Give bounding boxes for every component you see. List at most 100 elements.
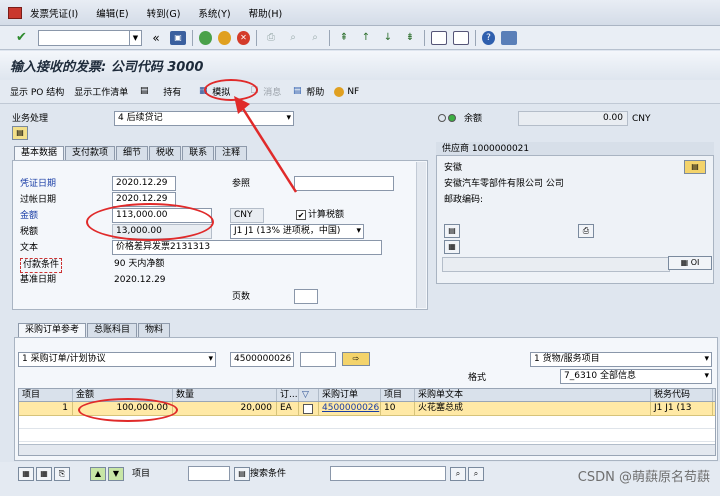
show-worklist-label: 显示工作清单 [74, 88, 129, 98]
show-po-structure-button[interactable]: 显示 PO 结构 [10, 85, 64, 98]
menu-item-goto[interactable]: 转到(G) [147, 6, 181, 20]
table-horizontal-scrollbar[interactable] [19, 444, 715, 455]
menu-item-invoice-doc[interactable]: 发票凭证(I) [30, 6, 78, 20]
invoice-date-field[interactable]: 2020.12.29 [112, 176, 176, 191]
select-all-icon[interactable]: ▦ [18, 467, 34, 481]
cancel-icon[interactable]: ✕ [237, 30, 250, 45]
menu-item-edit[interactable]: 编辑(E) [96, 6, 128, 20]
prev-page-icon[interactable]: ↑ [358, 31, 374, 45]
find-icon[interactable]: ⌕ [285, 31, 301, 45]
search-criteria-icon[interactable]: ▤ [234, 467, 250, 481]
exit-icon[interactable] [218, 30, 231, 45]
enter-check-icon[interactable]: ✔ [16, 30, 30, 45]
col-order-unit[interactable]: 订... [277, 389, 299, 401]
tab-material[interactable]: 物料 [138, 323, 171, 337]
vendor-calendar-icon[interactable]: ▦ [444, 240, 460, 254]
tab-gl-account[interactable]: 总账科目 [87, 323, 138, 337]
payment-terms-label: 付款条件 [20, 258, 63, 273]
menu-bar: 发票凭证(I) 编辑(E) 转到(G) 系统(Y) 帮助(H) [0, 0, 720, 26]
pages-field[interactable] [294, 289, 318, 304]
vendor-detail-icon[interactable]: ▤ [444, 224, 460, 238]
transfer-po-icon[interactable]: ⇨ [342, 352, 370, 366]
postal-code-label: 邮政编码: [444, 195, 484, 205]
open-items-button[interactable]: ▦ OI [668, 256, 712, 270]
tab-tax[interactable]: 税收 [149, 146, 182, 160]
new-session-icon[interactable] [431, 30, 447, 45]
text-field[interactable]: 价格差异发票2131313 [112, 240, 382, 255]
col-po-item[interactable]: 项目 [381, 389, 415, 401]
first-page-icon[interactable]: ⇞ [336, 31, 352, 45]
cell-order-unit[interactable]: EA [277, 402, 299, 415]
tab-contact[interactable]: 联系 [182, 146, 215, 160]
col-tax-code[interactable]: 税务代码 [651, 389, 713, 401]
template-icon[interactable]: ▤ [12, 126, 28, 140]
po-item-field[interactable] [300, 352, 336, 367]
menu-item-help[interactable]: 帮助(H) [249, 6, 283, 20]
col-filter[interactable]: ▽ [299, 389, 319, 401]
calc-tax-checkbox[interactable]: ✔ [296, 210, 306, 220]
layout-select[interactable]: 7_6310 全部信息 [560, 369, 712, 384]
sort-ascending-icon[interactable]: ▲ [90, 467, 106, 481]
cell-po[interactable]: 4500000026 [319, 402, 381, 415]
sap-app-icon[interactable] [8, 6, 22, 19]
last-page-icon[interactable]: ⇟ [402, 31, 418, 45]
menu-item-system[interactable]: 系统(Y) [198, 6, 230, 20]
po-number-field[interactable]: 4500000026 [230, 352, 294, 367]
find-next-icon[interactable]: ⌕ [307, 31, 323, 45]
find-next-binoculars-icon[interactable]: ⌕ [468, 467, 484, 481]
chevron-down-icon[interactable]: ▼ [129, 30, 141, 45]
layout-menu-icon[interactable] [501, 30, 517, 45]
print-icon[interactable]: ⎙ [263, 31, 279, 45]
save-icon[interactable]: ▣ [170, 30, 186, 45]
cell-po-item[interactable]: 10 [381, 402, 415, 415]
item-search-field[interactable] [188, 466, 230, 481]
show-worklist-button[interactable]: 显示工作清单 [74, 85, 128, 98]
command-field[interactable]: ▼ [38, 29, 142, 46]
page-title: 输入接收的发票: 公司代码 3000 [10, 59, 204, 75]
tab-po-reference[interactable]: 采购订单参考 [18, 323, 87, 337]
tab-payment[interactable]: 支付款项 [65, 146, 116, 160]
clipboard-button[interactable]: ▤ [138, 86, 153, 97]
cell-quantity[interactable]: 20,000 [173, 402, 277, 415]
tab-details[interactable]: 细节 [116, 146, 149, 160]
vendor-city: 安徽 [444, 163, 463, 173]
deselect-all-icon[interactable]: ▦ [36, 467, 52, 481]
baseline-date-label: 基准日期 [20, 275, 57, 285]
cell-item[interactable]: 1 [19, 402, 73, 415]
search-criteria-field[interactable] [330, 466, 446, 481]
help-icon[interactable]: ? [482, 30, 495, 45]
col-po[interactable]: 采购订单 [319, 389, 381, 401]
tab-basic-data[interactable]: 基本数据 [14, 146, 65, 160]
invoice-date-label: 凭证日期 [20, 179, 57, 189]
tax-code-select[interactable]: J1 J1 (13% 进项税，中国) [230, 224, 364, 239]
toolbar-separator [329, 29, 330, 46]
vendor-panel-title: 供应商 1000000021 [436, 142, 714, 156]
toolbar-separator [192, 29, 193, 46]
currency-field[interactable]: CNY [230, 208, 264, 223]
col-item[interactable]: 项目 [19, 389, 73, 401]
back-double-chevron-icon[interactable]: « [148, 31, 164, 45]
pages-label: 页数 [232, 292, 251, 302]
tax-amount-label: 税额 [20, 227, 39, 237]
hold-button[interactable]: 持有 [163, 85, 181, 98]
nf-button[interactable]: NF [334, 86, 359, 97]
col-quantity[interactable]: 数量 [173, 389, 277, 401]
vendor-address-icon[interactable]: ▤ [684, 160, 706, 174]
find-binoculars-icon[interactable]: ⌕ [450, 467, 466, 481]
reference-type-select[interactable]: 1 采购订单/计划协议 [18, 352, 216, 367]
item-type-select[interactable]: 1 货物/服务项目 [530, 352, 712, 367]
cell-select[interactable] [299, 402, 319, 415]
row-checkbox[interactable] [303, 404, 313, 414]
shortcut-icon[interactable] [453, 30, 469, 45]
application-toolbar: 显示 PO 结构 显示工作清单 ▤ 持有 ▦ 模拟 ☐ 消息 ▤ 帮助 NF [0, 80, 720, 104]
cell-tax-code[interactable]: J1 J1 (13 [651, 402, 713, 415]
vendor-print-icon[interactable]: ⎙ [578, 224, 594, 238]
back-icon[interactable] [199, 30, 212, 45]
next-page-icon[interactable]: ↓ [380, 31, 396, 45]
basic-data-scrollbar[interactable] [416, 162, 426, 308]
cell-po-text[interactable]: 火花塞总成 [415, 402, 651, 415]
vendor-name: 安徽汽车零部件有限公司 公司 [444, 179, 564, 189]
sort-descending-icon[interactable]: ▼ [108, 467, 124, 481]
details-icon[interactable]: ⎘ [54, 467, 70, 481]
col-po-text[interactable]: 采购单文本 [415, 389, 651, 401]
